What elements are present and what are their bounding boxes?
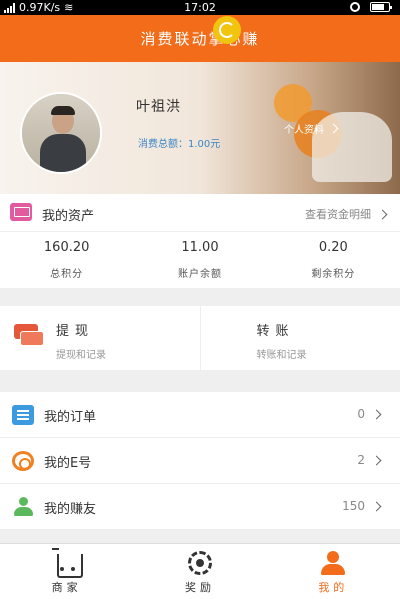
menu-item-label: 我的E号 [44, 456, 92, 471]
menu-item-label: 我的订单 [44, 410, 97, 425]
withdraw-button[interactable]: 提现 提现和记录 [0, 306, 200, 370]
tab-label: 奖励 [184, 581, 215, 594]
alarm-icon [350, 2, 360, 12]
tab-merchants[interactable]: 商家 [0, 544, 133, 599]
transfer-subtitle: 转账和记录 [256, 350, 307, 361]
transfer-button[interactable]: 转账 转账和记录 [199, 306, 400, 370]
wallet-icon [10, 203, 32, 221]
assets-header[interactable]: 我的资产 查看资金明细 [0, 194, 400, 232]
count-value: 2 [357, 453, 365, 467]
tab-mine[interactable]: 我的 [267, 544, 400, 599]
asset-stats: 160.20 总积分 11.00 账户余额 0.20 剩余积分 [0, 232, 400, 288]
count-value: 150 [342, 499, 365, 513]
operations-section: 提现 提现和记录 转账 转账和记录 [0, 306, 400, 370]
stat-label: 总积分 [50, 269, 84, 280]
chevron-right-icon [328, 123, 339, 134]
stat-account-balance[interactable]: 11.00 账户余额 [133, 232, 266, 288]
count-value: 0 [357, 407, 365, 421]
transfer-title: 转账 [256, 324, 295, 339]
stat-total-points[interactable]: 160.20 总积分 [0, 232, 133, 288]
withdraw-title: 提现 [56, 324, 95, 339]
chevron-right-icon [371, 501, 382, 511]
transfer-icon [213, 16, 241, 44]
tab-label: 商家 [51, 581, 82, 594]
app-header: 消费联动掌心赚 [0, 15, 400, 62]
stat-value: 11.00 [181, 240, 219, 255]
menu-item-count: 150 [342, 499, 382, 513]
battery-icon [370, 2, 392, 12]
menu-item-e-number[interactable]: 我的E号 2 [0, 438, 400, 484]
stat-value: 160.20 [43, 240, 90, 255]
e-number-icon [12, 451, 34, 471]
profile-info-label: 个人资料 [284, 125, 324, 136]
asset-detail-label: 查看资金明细 [305, 208, 371, 221]
assets-title: 我的资产 [42, 209, 95, 224]
bottom-tabbar: 商家 奖励 我的 [0, 543, 400, 599]
profile-info-link[interactable]: 个人资料 [284, 121, 339, 136]
avatar[interactable] [20, 92, 102, 174]
status-bar: 0.97K/s ≋ 17:02 [0, 0, 400, 15]
assets-section: 我的资产 查看资金明细 160.20 总积分 11.00 账户余额 0.20 剩… [0, 194, 400, 288]
tab-rewards[interactable]: 奖励 [133, 544, 266, 599]
menu-list: 我的订单 0 我的E号 2 我的赚友 150 [0, 392, 400, 530]
stat-label: 剩余积分 [311, 269, 356, 280]
chevron-right-icon [371, 455, 382, 465]
order-list-icon [12, 405, 34, 425]
menu-item-count: 2 [357, 453, 382, 467]
profile-banner: 叶祖洪 消费总额：1.00元 个人资料 [0, 62, 400, 194]
withdraw-subtitle: 提现和记录 [56, 350, 106, 361]
chevron-right-icon [371, 409, 382, 419]
reward-icon [187, 551, 212, 575]
friends-icon [12, 497, 34, 517]
menu-item-orders[interactable]: 我的订单 0 [0, 392, 400, 438]
menu-item-label: 我的赚友 [44, 502, 97, 517]
asset-detail-link[interactable]: 查看资金明细 [305, 206, 388, 222]
stat-value: 0.20 [318, 240, 348, 255]
status-time: 17:02 [184, 1, 216, 14]
consume-total: 消费总额：1.00元 [138, 139, 221, 150]
stat-remaining-points[interactable]: 0.20 剩余积分 [267, 232, 400, 288]
chevron-right-icon [377, 209, 388, 219]
menu-item-count: 0 [357, 407, 382, 421]
menu-item-friends[interactable]: 我的赚友 150 [0, 484, 400, 530]
stat-label: 账户余额 [177, 269, 222, 280]
user-name: 叶祖洪 [136, 99, 181, 115]
page-title: 消费联动掌心赚 [140, 30, 260, 48]
user-icon [320, 551, 346, 575]
card-icon [14, 324, 44, 348]
tab-label: 我的 [318, 581, 349, 594]
status-right [350, 2, 392, 12]
cart-icon [51, 548, 83, 578]
